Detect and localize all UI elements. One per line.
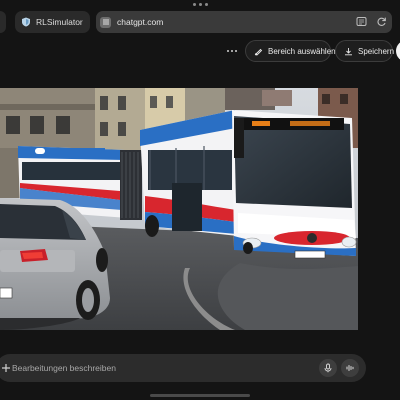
site-settings-icon[interactable] (100, 16, 111, 28)
more-horizontal-icon[interactable] (224, 44, 240, 58)
reader-mode-icon[interactable] (356, 16, 367, 27)
address-bar[interactable]: chatgpt.com (96, 11, 392, 33)
download-icon (345, 47, 352, 55)
edit-composer (0, 354, 366, 382)
brush-select-icon (254, 48, 263, 56)
sidebar-toggle-button[interactable] (0, 11, 6, 33)
avatar[interactable] (396, 40, 400, 62)
reload-icon[interactable] (376, 16, 387, 27)
generated-image[interactable] (0, 88, 358, 330)
image-edit-toolbar: Bereich auswählen Speichern (0, 40, 400, 62)
tab-label: RLSimulator (36, 17, 83, 27)
save-button[interactable]: Speichern (335, 40, 395, 62)
browser-tab[interactable]: RLSimulator (15, 11, 90, 33)
edit-prompt-input[interactable] (12, 360, 302, 376)
microphone-icon[interactable] (319, 359, 337, 377)
voice-mode-icon[interactable] (341, 359, 359, 377)
browser-chrome: RLSimulator chatgpt.com (0, 11, 400, 33)
select-area-label: Bereich auswählen (268, 46, 336, 56)
select-area-button[interactable]: Bereich auswählen (245, 40, 336, 62)
shield-icon (22, 17, 30, 27)
plus-icon[interactable] (0, 361, 12, 375)
home-indicator (150, 394, 250, 397)
window-grabber[interactable] (0, 2, 400, 8)
url-text[interactable]: chatgpt.com (117, 17, 163, 27)
save-label: Speichern (358, 46, 395, 56)
